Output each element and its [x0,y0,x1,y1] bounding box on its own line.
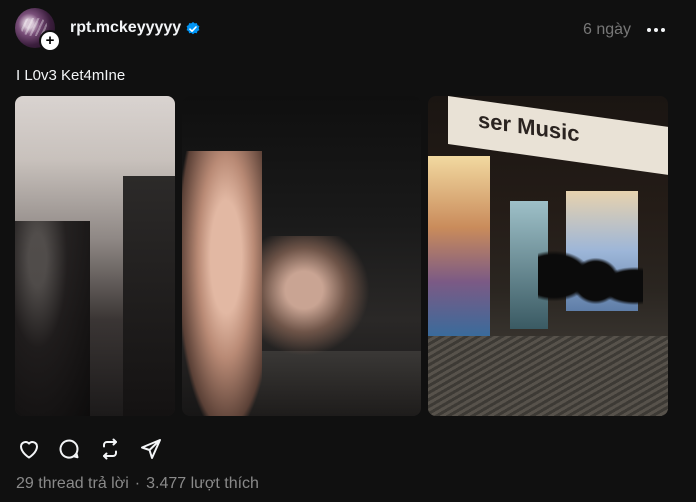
repost-icon[interactable] [98,437,122,461]
image-detail [428,156,490,336]
heart-icon[interactable] [17,437,41,461]
image-detail [15,221,90,416]
post-timestamp: 6 ngày [583,21,632,38]
image-detail [123,176,175,416]
comment-icon[interactable] [57,437,81,461]
image-detail [182,151,262,416]
verified-badge-icon [186,22,200,35]
image-detail [428,336,668,416]
post-caption: I L0v3 Ket4mIne [16,67,126,84]
post-image-3[interactable]: ser Music [428,96,668,416]
replies-count[interactable]: 29 thread trả lời [16,475,129,492]
stats-separator: · [134,475,141,492]
image-detail [250,236,370,356]
post-image-1[interactable] [15,96,175,416]
follow-plus-icon[interactable]: + [39,30,61,52]
username[interactable]: rpt.mckeyyyyy [70,19,181,37]
likes-count[interactable]: 3.477 lượt thích [146,475,259,492]
post-image-2[interactable] [182,96,421,416]
image-detail [538,236,643,336]
post-stats: 29 thread trả lời · 3.477 lượt thích [16,475,259,493]
more-icon[interactable] [645,20,667,40]
send-icon[interactable] [139,437,163,461]
